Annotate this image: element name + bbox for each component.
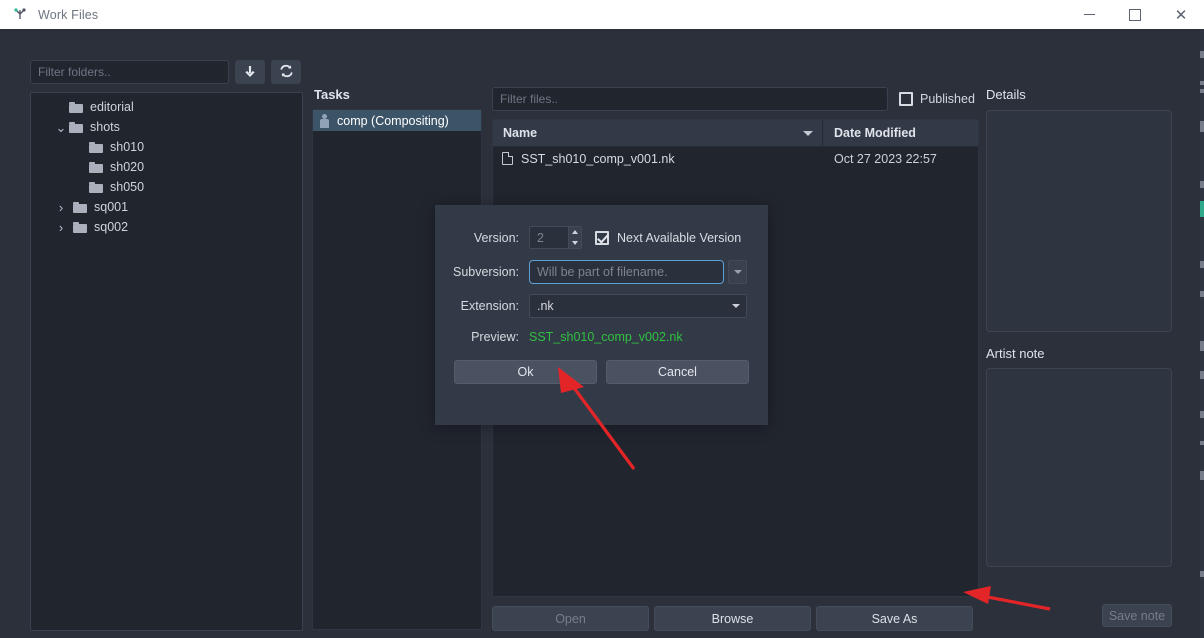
next-available-version-checkbox[interactable] (595, 230, 609, 245)
save-note-button[interactable]: Save note (1102, 604, 1172, 627)
extension-select[interactable]: .nk (529, 293, 747, 318)
save-as-dialog: Version: Next Available Version Subversi… (435, 205, 768, 425)
tree-item-sq002[interactable]: › sq002 (31, 217, 302, 237)
task-item-comp[interactable]: comp (Compositing) (313, 110, 481, 131)
tree-item-sh020[interactable]: sh020 (31, 157, 302, 177)
open-button[interactable]: Open (492, 606, 649, 631)
published-checkbox[interactable] (899, 92, 913, 106)
column-header-name[interactable]: Name (493, 120, 823, 146)
triangle-up-icon (572, 230, 578, 235)
tree-item-sh010[interactable]: sh010 (31, 137, 302, 157)
cancel-button[interactable]: Cancel (606, 360, 749, 384)
save-as-button[interactable]: Save As (816, 606, 973, 631)
version-label: Version: (473, 230, 519, 245)
subversion-label: Subversion: (452, 264, 519, 279)
task-item-label: comp (Compositing) (337, 113, 449, 128)
tree-item-label: sh050 (110, 180, 145, 194)
tree-item-sh050[interactable]: sh050 (31, 177, 302, 197)
details-panel: Details Artist note Save note (986, 87, 1182, 631)
details-heading: Details (986, 87, 1026, 102)
table-row[interactable]: SST_sh010_comp_v001.nk Oct 27 2023 22:57 (493, 147, 978, 170)
person-icon (317, 113, 331, 128)
folder-icon (89, 161, 103, 173)
title-bar: Work Files ✕ (0, 0, 1204, 29)
file-date-cell: Oct 27 2023 22:57 (834, 151, 937, 166)
subversion-dropdown-button[interactable] (728, 259, 747, 284)
file-icon (502, 152, 513, 165)
version-stepper[interactable] (569, 226, 582, 249)
preview-row: Preview: SST_sh010_comp_v002.nk (435, 326, 768, 348)
file-name-label: SST_sh010_comp_v001.nk (521, 151, 675, 166)
folders-panel: editorial ⌄ shots sh010 sh020 (30, 60, 303, 631)
refresh-folders-button[interactable] (271, 60, 301, 84)
sort-descending-icon[interactable] (803, 131, 813, 136)
version-decrement-button[interactable] (569, 238, 581, 249)
version-increment-button[interactable] (569, 227, 581, 238)
extension-label: Extension: (460, 298, 519, 313)
folders-filter-row (30, 60, 303, 84)
tree-item-editorial[interactable]: editorial (31, 97, 302, 117)
folder-icon (69, 121, 83, 133)
extension-row: Extension: .nk (435, 292, 768, 319)
minimize-button[interactable] (1066, 0, 1112, 29)
tree-item-shots[interactable]: ⌄ shots (31, 117, 302, 137)
download-arrow-icon (243, 64, 257, 81)
version-input[interactable] (529, 226, 569, 249)
preview-filename: SST_sh010_comp_v002.nk (529, 330, 683, 344)
maximize-button[interactable] (1112, 0, 1158, 29)
published-filter[interactable]: Published (899, 92, 975, 106)
file-filter-input[interactable] (492, 87, 888, 111)
tree-item-sq001[interactable]: › sq001 (31, 197, 302, 217)
next-available-version-field[interactable]: Next Available Version (595, 230, 742, 245)
chevron-down-icon[interactable]: ⌄ (53, 121, 69, 134)
folder-icon (69, 101, 83, 113)
folder-icon (89, 181, 103, 193)
close-button[interactable]: ✕ (1158, 0, 1204, 29)
window-title: Work Files (38, 7, 99, 22)
tree-item-label: sh010 (110, 140, 145, 154)
triangle-down-icon (572, 240, 578, 245)
preview-label: Preview: (471, 330, 519, 344)
subversion-input[interactable] (529, 259, 724, 284)
background-window-edge (1200, 29, 1204, 638)
tree-item-label: sh020 (110, 160, 145, 174)
subversion-row: Subversion: (435, 258, 768, 285)
file-name-cell: SST_sh010_comp_v001.nk (493, 152, 823, 166)
app-logo-icon (12, 7, 28, 23)
window-body: editorial ⌄ shots sh010 sh020 (0, 29, 1204, 638)
next-available-version-label: Next Available Version (617, 230, 742, 245)
artist-note-heading: Artist note (986, 346, 1045, 361)
tasks-heading: Tasks (314, 87, 350, 102)
chevron-right-icon[interactable]: › (53, 201, 69, 214)
files-table-header: Name Date Modified (493, 120, 978, 147)
column-header-name-label: Name (503, 126, 538, 140)
folder-icon (73, 201, 87, 213)
folder-filter-input[interactable] (30, 60, 229, 84)
tree-item-label: sq002 (94, 220, 129, 234)
files-filter-row: Published (492, 87, 979, 111)
tree-item-label: shots (90, 120, 120, 134)
column-header-date-label: Date Modified (834, 126, 916, 140)
folder-icon (73, 221, 87, 233)
refresh-icon (279, 64, 294, 81)
fetch-folders-button[interactable] (235, 60, 265, 84)
column-header-date[interactable]: Date Modified (823, 120, 978, 146)
folder-icon (89, 141, 103, 153)
extension-value: .nk (537, 298, 554, 313)
version-row: Version: Next Available Version (435, 224, 768, 251)
tree-item-label: editorial (90, 100, 134, 114)
dialog-buttons: Ok Cancel (435, 360, 768, 384)
browse-button[interactable]: Browse (654, 606, 811, 631)
chevron-down-icon[interactable] (726, 295, 746, 317)
published-label: Published (920, 92, 975, 106)
details-content-box (986, 110, 1172, 332)
work-files-window: Work Files ✕ Filter folders.. editorial … (0, 0, 1204, 638)
chevron-right-icon[interactable]: › (53, 221, 69, 234)
ok-button[interactable]: Ok (454, 360, 597, 384)
files-action-buttons: Open Browse Save As (492, 606, 979, 631)
folder-tree[interactable]: editorial ⌄ shots sh010 sh020 sh050 › sq… (30, 92, 303, 631)
tree-item-label: sq001 (94, 200, 129, 214)
chevron-down-icon (733, 269, 742, 274)
artist-note-textarea[interactable] (986, 368, 1172, 567)
